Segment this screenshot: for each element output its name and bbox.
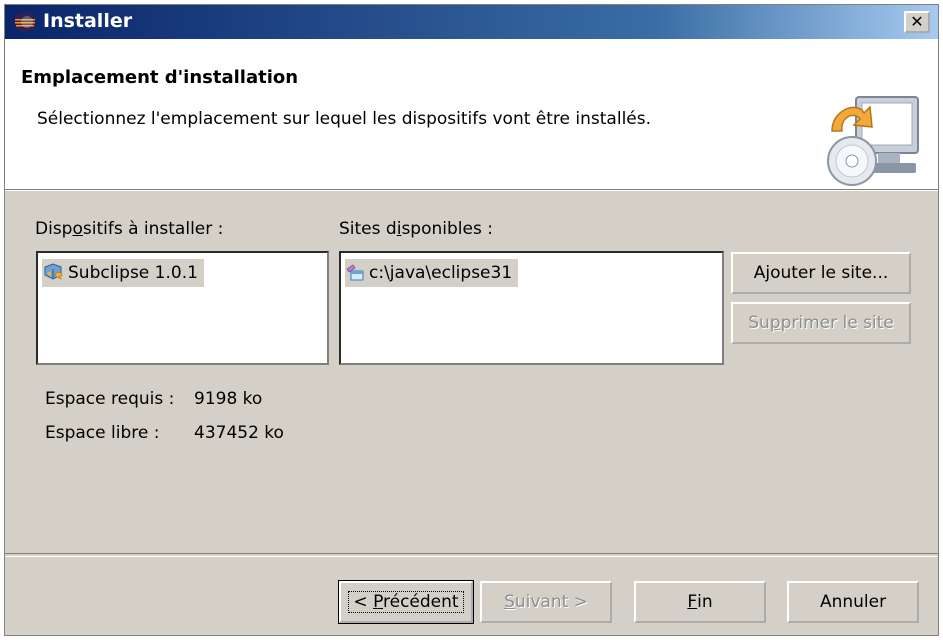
local-site-icon [346, 264, 364, 281]
title-bar[interactable]: Installer ✕ [5, 5, 938, 39]
sites-label: Sites disponibles : [339, 219, 493, 239]
features-label: Dispositifs à installer : [35, 219, 224, 239]
remove-site-button[interactable]: Su p primer le site [731, 302, 911, 344]
cancel-button[interactable]: Annuler [787, 581, 919, 623]
feature-label: Subclipse 1.0.1 [68, 263, 198, 283]
space-free-label: Espace libre : [45, 423, 160, 443]
space-free-value: 437452 ko [194, 423, 284, 443]
list-item[interactable]: c:\java\eclipse31 [345, 259, 519, 287]
wizard-header: Emplacement d'installation Sélectionnez … [5, 39, 938, 190]
close-icon: ✕ [910, 12, 924, 31]
eclipse-icon [14, 12, 36, 32]
installer-window: Installer ✕ Emplacement d'installation S… [4, 4, 939, 636]
footer-separator [5, 553, 938, 557]
sites-list[interactable]: c:\java\eclipse31 [339, 251, 724, 365]
finish-button[interactable]: Fin [634, 581, 766, 623]
header-separator [5, 190, 938, 191]
back-button[interactable]: < Précédent [338, 580, 474, 624]
list-item[interactable]: Subclipse 1.0.1 [42, 259, 204, 287]
add-site-button[interactable]: Aj outer le site... [731, 252, 911, 294]
features-list[interactable]: Subclipse 1.0.1 [36, 251, 329, 365]
page-title: Emplacement d'installation [21, 67, 299, 88]
space-required-value: 9198 ko [194, 389, 263, 409]
space-required-label: Espace requis : [45, 389, 175, 409]
window-title: Installer [43, 10, 133, 32]
site-label: c:\java\eclipse31 [369, 263, 513, 283]
install-computer-icon [827, 96, 919, 186]
next-button[interactable]: Suivant > [480, 581, 612, 623]
feature-icon [44, 263, 63, 280]
close-button[interactable]: ✕ [904, 11, 930, 33]
page-description: Sélectionnez l'emplacement sur lequel le… [37, 109, 652, 129]
